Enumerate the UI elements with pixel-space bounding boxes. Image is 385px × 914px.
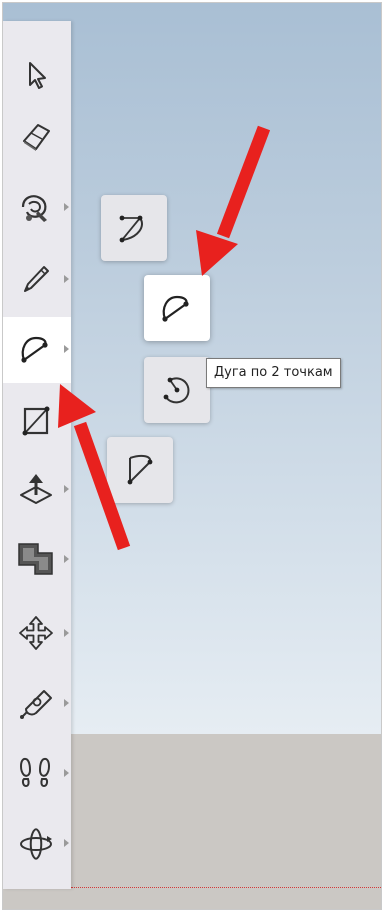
push-pull-icon — [20, 474, 52, 504]
tape-measure-tool-button[interactable] — [3, 671, 71, 735]
rectangle-icon — [22, 406, 50, 436]
paint-bucket-icon — [21, 195, 47, 222]
arc-center-button[interactable] — [101, 195, 167, 261]
offset-icon — [18, 543, 53, 575]
submenu-chevron-icon — [64, 699, 69, 707]
arc-center-icon — [119, 215, 143, 243]
offset-tool-button[interactable] — [3, 527, 71, 591]
eraser-icon — [23, 124, 50, 151]
tool-palette — [3, 21, 71, 889]
arc-3-point-button[interactable] — [144, 357, 210, 423]
orbit-tool-button[interactable] — [3, 811, 71, 875]
arrow-cursor-icon — [29, 62, 46, 89]
submenu-chevron-icon — [64, 345, 69, 353]
submenu-chevron-icon — [64, 629, 69, 637]
pencil-icon — [24, 266, 49, 292]
move-tool-button[interactable] — [3, 601, 71, 665]
eraser-tool-button[interactable] — [3, 105, 71, 169]
orbit-icon — [20, 828, 52, 860]
ground-axis-line — [71, 887, 381, 888]
submenu-chevron-icon — [64, 555, 69, 563]
footprints-icon — [20, 757, 50, 788]
pie-button[interactable] — [107, 437, 173, 503]
arc-2-point-button[interactable] — [144, 275, 210, 341]
push-pull-tool-button[interactable] — [3, 457, 71, 521]
rectangle-tool-button[interactable] — [3, 389, 71, 453]
arc-3-point-icon — [163, 377, 190, 404]
submenu-chevron-icon — [64, 417, 69, 425]
viewport[interactable]: Дуга по 2 точкам — [2, 2, 382, 910]
submenu-chevron-icon — [64, 275, 69, 283]
line-tool-button[interactable] — [3, 247, 71, 311]
walk-tool-button[interactable] — [3, 741, 71, 805]
arc-2-point-icon — [162, 295, 189, 322]
submenu-chevron-icon — [64, 769, 69, 777]
move-arrows-icon — [19, 616, 53, 650]
select-tool-button[interactable] — [3, 43, 71, 107]
pie-icon — [127, 454, 153, 485]
arc-icon — [21, 336, 48, 363]
tooltip: Дуга по 2 точкам — [206, 358, 341, 388]
paint-bucket-tool-button[interactable] — [3, 175, 71, 239]
arc-tool-button[interactable] — [3, 317, 71, 383]
submenu-chevron-icon — [64, 203, 69, 211]
submenu-chevron-icon — [64, 485, 69, 493]
tape-measure-icon — [20, 690, 52, 719]
submenu-chevron-icon — [64, 839, 69, 847]
